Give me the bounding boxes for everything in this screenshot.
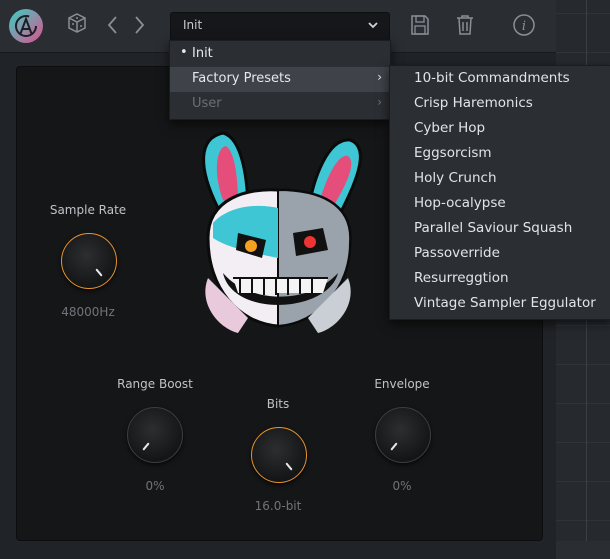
knob-indicator — [95, 268, 103, 277]
submenu-arrow-icon: › — [377, 95, 382, 109]
submenu-item[interactable]: Eggsorcism — [414, 145, 492, 161]
preset-menu: • Init Factory Presets › User › — [169, 40, 391, 120]
bunny-mascot-illustration — [178, 128, 378, 343]
menu-item-factory-presets[interactable]: Factory Presets › — [170, 67, 390, 92]
submenu-arrow-icon: › — [377, 70, 382, 84]
sample-rate-value: 48000Hz — [61, 305, 115, 319]
selected-bullet: • — [180, 45, 188, 60]
range-boost-value: 0% — [145, 479, 165, 493]
submenu-item[interactable]: Holy Crunch — [414, 170, 497, 186]
envelope-value: 0% — [392, 479, 412, 493]
info-icon[interactable]: i — [512, 13, 536, 43]
save-icon[interactable] — [409, 13, 431, 43]
menu-item-label: Init — [192, 46, 213, 61]
prev-arrow-icon[interactable] — [106, 14, 120, 42]
bits-label: Bits — [266, 397, 290, 411]
next-arrow-icon[interactable] — [132, 14, 146, 42]
bits-knob[interactable] — [251, 427, 307, 483]
envelope-label: Envelope — [374, 377, 430, 391]
range-boost-knob[interactable] — [127, 407, 183, 463]
submenu-item[interactable]: 10-bit Commandments — [414, 70, 570, 86]
knob-indicator — [142, 442, 150, 451]
submenu-item[interactable]: Parallel Saviour Squash — [414, 220, 572, 236]
range-boost-label: Range Boost — [117, 377, 193, 391]
knob-indicator — [285, 462, 293, 471]
sample-rate-label: Sample Rate — [49, 203, 127, 217]
dice-icon[interactable] — [66, 12, 88, 40]
submenu-item[interactable]: Vintage Sampler Eggulator — [414, 295, 596, 311]
preset-selector[interactable]: Init — [170, 12, 390, 41]
menu-item-label: User — [192, 96, 222, 111]
submenu-item[interactable]: Resurreggtion — [414, 270, 509, 286]
submenu-item[interactable]: Crisp Haremonics — [414, 95, 533, 111]
sample-rate-knob[interactable] — [61, 233, 117, 289]
submenu-item[interactable]: Hop-ocalypse — [414, 195, 506, 211]
menu-item-user[interactable]: User › — [170, 92, 390, 117]
factory-presets-submenu: 10-bit Commandments Crisp Haremonics Cyb… — [389, 65, 610, 320]
menu-item-init[interactable]: • Init — [170, 42, 390, 67]
preset-name: Init — [183, 18, 203, 32]
submenu-item[interactable]: Cyber Hop — [414, 120, 485, 136]
plugin-logo-icon[interactable] — [9, 9, 43, 43]
chevron-down-icon — [367, 17, 379, 36]
submenu-item[interactable]: Passoverride — [414, 245, 500, 261]
knob-indicator — [390, 442, 398, 451]
bits-value: 16.0-bit — [254, 499, 302, 513]
trash-icon[interactable] — [454, 13, 476, 43]
svg-text:i: i — [522, 19, 526, 34]
menu-item-label: Factory Presets — [192, 71, 291, 86]
envelope-knob[interactable] — [375, 407, 431, 463]
